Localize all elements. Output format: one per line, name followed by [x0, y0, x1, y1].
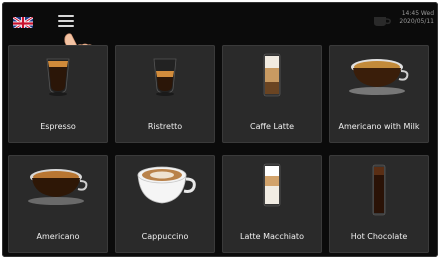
caffe-latte-glass-icon	[263, 53, 281, 97]
product-label: Americano with Milk	[338, 122, 420, 131]
product-tile-latte-macchiato[interactable]: Latte Macchiato	[222, 155, 322, 253]
product-tile-hot-chocolate[interactable]: Hot Chocolate	[329, 155, 429, 253]
machine-screen: 14:45 Wed 2020/05/11 Espresso Ristretto …	[2, 2, 438, 257]
product-tile-americano-with-milk[interactable]: Americano with Milk	[329, 45, 429, 143]
product-label: Espresso	[40, 122, 76, 131]
hot-chocolate-glass-icon	[372, 164, 386, 216]
product-tile-espresso[interactable]: Espresso	[8, 45, 108, 143]
time-text: 14:45 Wed	[401, 10, 434, 17]
product-tile-ristretto[interactable]: Ristretto	[115, 45, 215, 143]
americano-cup-icon	[28, 169, 88, 205]
latte-macchiato-glass-icon	[263, 163, 281, 207]
uk-flag-icon[interactable]	[13, 15, 33, 28]
product-tile-caffe-latte[interactable]: Caffe Latte	[222, 45, 322, 143]
product-label: Ristretto	[147, 122, 183, 131]
product-label: Hot Chocolate	[350, 232, 408, 241]
americano-with-milk-cup-icon	[349, 59, 409, 95]
date-text: 2020/05/11	[399, 18, 434, 25]
product-tile-cappuccino[interactable]: Cappuccino	[115, 155, 215, 253]
product-label: Americano	[36, 232, 80, 241]
product-label: Caffe Latte	[249, 122, 295, 131]
product-grid: Espresso Ristretto Caffe Latte Americano…	[8, 45, 432, 253]
product-label: Cappuccino	[141, 232, 189, 241]
product-tile-americano[interactable]: Americano	[8, 155, 108, 253]
hamburger-menu-icon[interactable]	[58, 14, 74, 28]
ristretto-glass-icon	[153, 58, 177, 96]
cup-silhouette-icon	[374, 17, 391, 26]
espresso-glass-icon	[46, 58, 70, 96]
cappuccino-cup-icon	[137, 166, 196, 204]
product-label: Latte Macchiato	[240, 232, 304, 241]
clock: 14:45 Wed 2020/05/11	[399, 10, 434, 26]
